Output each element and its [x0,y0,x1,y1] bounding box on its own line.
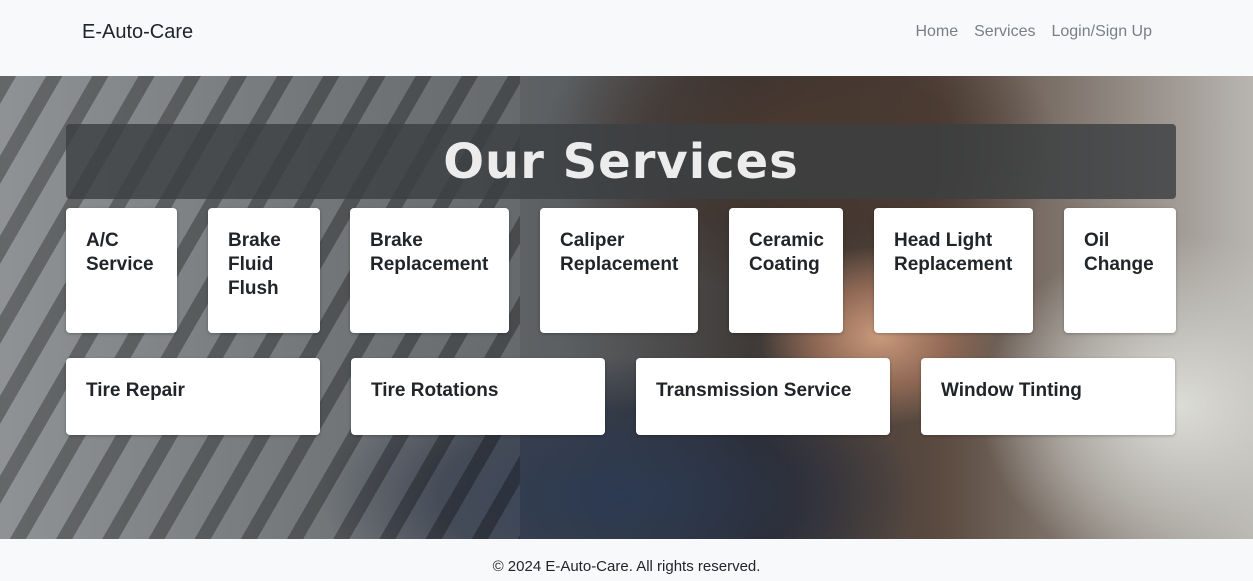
title-banner: Our Services [66,124,1176,199]
copyright-text: © 2024 E-Auto-Care. All rights reserved. [492,558,761,575]
nav-link-home[interactable]: Home [915,23,958,41]
footer: © 2024 E-Auto-Care. All rights reserved. [0,539,1253,581]
service-card-label: Window Tinting [941,380,1082,401]
service-card-oil-change[interactable]: Oil Change [1064,208,1176,333]
service-card-label: Brake Fluid Flush [228,230,281,299]
service-card-label: Ceramic Coating [749,230,824,275]
service-card-transmission-service[interactable]: Transmission Service [636,358,890,435]
service-card-label: Tire Repair [86,380,185,401]
brand-logo-link[interactable]: E-Auto-Care [82,21,193,44]
service-card-head-light-replacement[interactable]: Head Light Replacement [874,208,1033,333]
service-card-label: Brake Replacement [370,230,489,275]
service-card-label: Head Light Replacement [894,230,1013,275]
service-card-brake-fluid-flush[interactable]: Brake Fluid Flush [208,208,320,333]
service-card-caliper-replacement[interactable]: Caliper Replacement [540,208,698,333]
service-card-ac-service[interactable]: A/C Service [66,208,177,333]
hero-background: Our Services A/C Service Brake Fluid Flu… [0,76,1253,539]
service-card-label: Oil Change [1084,230,1154,275]
service-card-label: Caliper Replacement [560,230,679,275]
nav-links: Home Services Login/Sign Up [915,23,1152,41]
nav-link-services[interactable]: Services [974,23,1035,41]
service-card-label: A/C Service [86,230,154,275]
service-card-label: Tire Rotations [371,380,499,401]
service-card-label: Transmission Service [656,380,852,401]
service-card-brake-replacement[interactable]: Brake Replacement [350,208,509,333]
page-title: Our Services [443,133,799,190]
service-card-tire-repair[interactable]: Tire Repair [66,358,320,435]
navbar: E-Auto-Care Home Services Login/Sign Up [0,0,1253,76]
service-card-ceramic-coating[interactable]: Ceramic Coating [729,208,843,333]
service-card-tire-rotations[interactable]: Tire Rotations [351,358,605,435]
nav-link-login-signup[interactable]: Login/Sign Up [1051,23,1152,41]
service-card-window-tinting[interactable]: Window Tinting [921,358,1175,435]
